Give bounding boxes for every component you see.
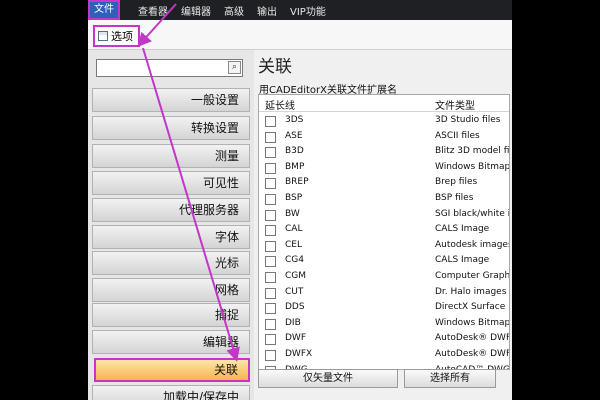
options-tab-label: 选项: [111, 30, 133, 43]
list-item[interactable]: DDS DirectX Surface: [259, 300, 509, 316]
file-type-cell: Autodesk images: [435, 239, 510, 250]
category-item[interactable]: 网格: [92, 278, 250, 302]
menu-bar: 文件 查看器 编辑器 高级 输出 VIP功能: [88, 0, 512, 20]
panel-title: 关联: [258, 57, 292, 77]
list-item[interactable]: DWFX AutoDesk® DWF: [259, 347, 509, 363]
association-checkbox[interactable]: [265, 350, 276, 361]
association-checkbox[interactable]: [265, 194, 276, 205]
association-checkbox[interactable]: [265, 303, 276, 315]
extension-cell: DDS: [285, 302, 305, 313]
file-type-cell: Brep files: [435, 177, 478, 188]
category-item[interactable]: 一般设置: [92, 88, 250, 112]
column-file-type[interactable]: 文件类型: [435, 97, 475, 112]
association-checkbox[interactable]: [265, 256, 276, 268]
extension-cell: CAL: [285, 224, 303, 235]
association-checkbox[interactable]: [265, 240, 276, 252]
list-item[interactable]: DIB Windows Bitmap: [259, 316, 509, 332]
association-checkbox[interactable]: [265, 131, 276, 143]
list-item[interactable]: ASE ASCII files: [259, 129, 509, 145]
file-type-cell: CALS Image: [435, 255, 490, 266]
options-window: 文件 查看器 编辑器 高级 输出 VIP功能 选项 ⌕ 一般设置转换设置测量可见…: [88, 0, 512, 400]
association-checkbox[interactable]: [265, 116, 276, 127]
list-item[interactable]: CGM Computer Graphic: [259, 269, 509, 285]
association-checkbox[interactable]: [265, 209, 276, 221]
file-type-cell: AutoDesk® DWF: [435, 333, 510, 344]
extension-cell: BW: [285, 208, 300, 219]
file-type-cell: 3D Studio files: [435, 115, 501, 125]
menu-advanced[interactable]: 高级: [224, 3, 244, 18]
menu-output[interactable]: 输出: [257, 3, 277, 18]
extension-cell: DWF: [285, 333, 307, 344]
association-checkbox[interactable]: [265, 225, 276, 237]
list-item[interactable]: CG4 CALS Image: [259, 253, 509, 269]
association-checkbox[interactable]: [265, 178, 276, 190]
column-extension[interactable]: 延长线: [265, 97, 295, 112]
list-item[interactable]: CEL Autodesk images: [259, 238, 509, 254]
options-tab[interactable]: 选项: [93, 25, 140, 47]
category-item[interactable]: 加载中/保存中: [92, 385, 250, 400]
association-checkbox[interactable]: [265, 147, 276, 159]
file-type-cell: Blitz 3D model file: [435, 146, 510, 157]
list-item[interactable]: CAL CALS Image: [259, 222, 509, 238]
list-item[interactable]: BREP Brep files: [259, 175, 509, 191]
association-checkbox[interactable]: [265, 287, 276, 299]
vector-only-button[interactable]: 仅矢量文件: [258, 369, 398, 388]
extension-cell: DIB: [285, 317, 301, 328]
extension-cell: CGM: [285, 271, 307, 281]
list-item[interactable]: BMP Windows Bitmap: [259, 160, 509, 176]
file-type-cell: Dr. Halo images: [435, 286, 507, 297]
associations-panel: 关联 用CADEditorX关联文件扩展名 延长线 文件类型 3DS 3D Stu…: [254, 50, 512, 400]
list-item[interactable]: CUT Dr. Halo images: [259, 285, 509, 301]
extension-cell: CEL: [285, 239, 302, 250]
menu-vip[interactable]: VIP功能: [290, 3, 326, 18]
list-item[interactable]: BSP BSP files: [259, 191, 509, 207]
extension-cell: ASE: [285, 130, 303, 141]
menu-viewer[interactable]: 查看器: [138, 3, 168, 18]
category-item[interactable]: 转换设置: [92, 116, 250, 140]
association-checkbox[interactable]: [265, 272, 276, 283]
list-item[interactable]: 3DS 3D Studio files: [259, 113, 509, 129]
menu-editor[interactable]: 编辑器: [181, 3, 211, 18]
file-type-cell: AutoDesk® DWF: [435, 349, 510, 359]
extension-cell: CG4: [285, 255, 304, 266]
search-input[interactable]: ⌕: [96, 59, 243, 77]
search-icon[interactable]: ⌕: [228, 61, 241, 74]
extension-cell: DWFX: [285, 349, 313, 359]
file-type-cell: CALS Image: [435, 224, 490, 235]
category-item[interactable]: 代理服务器: [92, 198, 250, 222]
list-item[interactable]: DWF AutoDesk® DWF: [259, 331, 509, 347]
extension-cell: B3D: [285, 146, 304, 157]
category-item[interactable]: 关联: [94, 358, 250, 382]
category-item[interactable]: 可见性: [92, 171, 250, 195]
file-type-cell: ASCII files: [435, 130, 480, 141]
extension-cell: CUT: [285, 286, 304, 297]
list-item[interactable]: BW SGI black/white im: [259, 207, 509, 223]
options-icon: [98, 31, 108, 41]
menu-file[interactable]: 文件: [88, 0, 120, 20]
association-checkbox[interactable]: [265, 162, 276, 174]
association-checkbox[interactable]: [265, 334, 276, 346]
extension-cell: BREP: [285, 177, 309, 188]
category-item[interactable]: 编辑器: [92, 330, 250, 354]
file-type-cell: Windows Bitmap: [435, 317, 510, 328]
category-item[interactable]: 捕捉: [92, 303, 250, 327]
file-type-cell: Computer Graphic: [435, 271, 510, 281]
extension-cell: BMP: [285, 161, 305, 172]
file-type-cell: DirectX Surface: [435, 302, 506, 313]
tab-bar: 选项: [88, 20, 512, 50]
category-item[interactable]: 光标: [92, 251, 250, 275]
category-sidebar: ⌕ 一般设置转换设置测量可见性代理服务器字体 光标网格 捕捉编辑器关联加载中/保存中: [88, 50, 254, 400]
file-type-cell: BSP files: [435, 193, 474, 203]
category-item[interactable]: 字体: [92, 225, 250, 249]
association-checkbox[interactable]: [265, 318, 276, 330]
file-type-cell: SGI black/white im: [435, 208, 510, 219]
select-all-button[interactable]: 选择所有: [404, 369, 496, 388]
list-header: 延长线 文件类型: [259, 95, 509, 112]
category-item[interactable]: 测量: [92, 144, 250, 168]
list-item[interactable]: B3D Blitz 3D model file: [259, 144, 509, 160]
extension-list[interactable]: 延长线 文件类型 3DS 3D Studio files ASE ASCII file…: [258, 94, 510, 370]
file-type-cell: Windows Bitmap: [435, 161, 510, 172]
extension-cell: BSP: [285, 193, 303, 203]
extension-cell: 3DS: [285, 115, 304, 125]
